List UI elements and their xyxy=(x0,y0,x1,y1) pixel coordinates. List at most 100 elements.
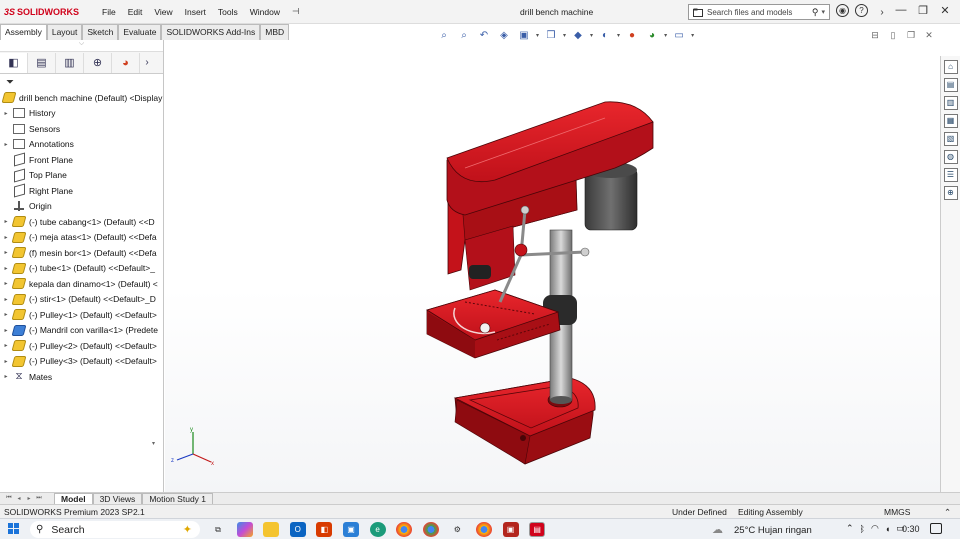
expand-arrow-icon[interactable]: ▸ xyxy=(0,358,12,365)
search-icon[interactable]: ⚲ xyxy=(812,7,819,18)
volume-icon[interactable]: ◖ xyxy=(885,524,890,534)
drill-press-model[interactable]: y x z xyxy=(165,40,940,492)
solidworks-taskbar-icon[interactable]: ▤ xyxy=(529,522,546,537)
user-account-icon[interactable]: ◉ xyxy=(836,4,849,17)
wifi-icon[interactable]: ◠ xyxy=(871,523,879,534)
copilot-icon[interactable]: ✦ xyxy=(183,523,192,536)
tab-addins[interactable]: SOLIDWORKS Add-Ins xyxy=(161,24,261,40)
hide-show-items-icon[interactable]: ◐ xyxy=(597,28,613,42)
tree-item[interactable]: Front Plane xyxy=(0,152,163,168)
expand-arrow-icon[interactable]: ▸ xyxy=(0,280,12,287)
zoom-to-fit-icon[interactable]: ⌕ xyxy=(436,28,452,42)
appearances-icon[interactable]: ◍ xyxy=(943,150,958,164)
tab-assembly[interactable]: Assembly xyxy=(0,24,47,40)
configuration-manager-tab-icon[interactable]: ▥ xyxy=(56,52,84,73)
menu-insert[interactable]: Insert xyxy=(185,7,206,17)
last-tab-icon[interactable]: ⏭ xyxy=(34,495,44,502)
prev-tab-icon[interactable]: ◂ xyxy=(14,495,24,502)
view-palette-icon[interactable]: ▧ xyxy=(943,132,958,146)
display-style-icon[interactable]: ◆ xyxy=(570,28,586,42)
menu-edit[interactable]: Edit xyxy=(128,7,143,17)
feature-tree-tab-icon[interactable]: ◧ xyxy=(0,52,28,73)
tree-item[interactable]: Origin xyxy=(0,199,163,215)
restore-icon[interactable]: ❐ xyxy=(912,4,934,17)
chevron-down-icon[interactable]: ▾ xyxy=(617,32,620,39)
previous-view-icon[interactable]: ↶ xyxy=(476,28,492,42)
chevron-down-icon[interactable]: ▾ xyxy=(563,32,566,39)
menu-window[interactable]: Window xyxy=(250,7,280,17)
tab-layout[interactable]: Layout xyxy=(46,24,83,40)
first-tab-icon[interactable]: ⏮ xyxy=(4,495,14,502)
view-settings-icon[interactable]: ▭ xyxy=(671,28,687,42)
expand-arrow-icon[interactable]: ▸ xyxy=(0,110,12,117)
chevron-down-icon[interactable]: ▾ xyxy=(664,32,667,39)
tree-item[interactable]: ▸ (-) tube<1> (Default) <<Default>_ xyxy=(0,261,163,277)
tree-item[interactable]: ▸ ⧖ Mates xyxy=(0,369,163,385)
office-icon[interactable]: ◧ xyxy=(316,522,333,537)
design-library-icon[interactable]: ▥ xyxy=(943,96,958,110)
help-icon[interactable]: ? xyxy=(855,4,868,17)
menu-view[interactable]: View xyxy=(154,7,172,17)
task-view-icon[interactable]: ⧉ xyxy=(210,522,226,537)
tab-3d-views[interactable]: 3D Views xyxy=(92,492,143,505)
panel-grip[interactable]: ⌵ xyxy=(0,40,163,52)
viewport-close-icon[interactable]: ✕ xyxy=(922,30,936,41)
tree-item[interactable]: ▸ (-) tube cabang<1> (Default) <<D xyxy=(0,214,163,230)
tree-item[interactable]: ▸ (-) Mandril con varilla<1> (Predete xyxy=(0,323,163,339)
chevron-down-icon[interactable]: ▾ xyxy=(536,32,539,39)
chrome-alt-icon[interactable] xyxy=(475,522,492,537)
tree-item[interactable]: ▸ History xyxy=(0,106,163,122)
viewport-restore-icon[interactable]: ⊟ xyxy=(868,30,882,41)
custom-properties-icon[interactable]: ☰ xyxy=(943,168,958,182)
tree-root[interactable]: drill bench machine (Default) <Display xyxy=(0,90,163,106)
viewport-max-icon[interactable]: ❐ xyxy=(904,30,918,41)
tab-mbd[interactable]: MBD xyxy=(260,24,290,40)
edge-icon[interactable]: e xyxy=(369,522,386,537)
viewport-tile-icon[interactable]: ▯ xyxy=(886,30,900,41)
status-options-icon[interactable]: ⌃ xyxy=(944,507,951,518)
tree-item[interactable]: ▸ (-) Pulley<2> (Default) <<Default> xyxy=(0,338,163,354)
view-orientation-icon[interactable]: ❒ xyxy=(543,28,559,42)
tree-item[interactable]: ▸ (f) mesin bor<1> (Default) <<Defa xyxy=(0,245,163,261)
section-view-icon[interactable]: ◈ xyxy=(496,28,512,42)
close-icon[interactable]: ✕ xyxy=(934,4,956,17)
expand-arrow-icon[interactable]: ▸ xyxy=(0,327,12,334)
expand-arrow-icon[interactable]: ▸ xyxy=(0,311,12,318)
tab-model[interactable]: Model xyxy=(54,492,93,505)
more-tabs-icon[interactable]: › xyxy=(140,53,154,73)
tree-item[interactable]: ▸ Annotations xyxy=(0,137,163,153)
tree-scrollbar-down-icon[interactable]: ▾ xyxy=(152,440,162,447)
expand-icon[interactable]: › xyxy=(874,4,890,20)
expand-arrow-icon[interactable]: ▸ xyxy=(0,342,12,349)
tree-item[interactable]: Sensors xyxy=(0,121,163,137)
outlook-icon[interactable]: O xyxy=(289,522,306,537)
bluetooth-icon[interactable]: ᛒ xyxy=(860,524,865,534)
expand-arrow-icon[interactable]: ▸ xyxy=(0,234,12,241)
notification-icon[interactable] xyxy=(930,523,942,534)
home-icon[interactable]: ⌂ xyxy=(943,60,958,74)
base-plate[interactable] xyxy=(453,377,596,465)
solidworks-forum-icon[interactable]: ⊕ xyxy=(943,186,958,200)
expand-arrow-icon[interactable]: ▸ xyxy=(0,265,12,272)
apply-scene-icon[interactable]: ◕ xyxy=(644,28,660,42)
chrome-profile-icon[interactable] xyxy=(422,522,439,537)
chevron-down-icon[interactable]: ▾ xyxy=(691,32,694,39)
next-tab-icon[interactable]: ▸ xyxy=(24,495,34,502)
app-red-icon[interactable]: ▣ xyxy=(502,522,519,537)
pin-menu-icon[interactable]: ⊣ xyxy=(292,6,299,17)
tray-overflow-icon[interactable]: ⌃ xyxy=(846,523,854,534)
search-dropdown-icon[interactable]: ▾ xyxy=(821,8,825,16)
file-explorer-icon[interactable]: ▦ xyxy=(943,114,958,128)
tree-item[interactable]: ▸ (-) Pulley<1> (Default) <<Default> xyxy=(0,307,163,323)
tab-evaluate[interactable]: Evaluate xyxy=(118,24,162,40)
resources-icon[interactable]: ▤ xyxy=(943,78,958,92)
tree-item[interactable]: ▸ (-) stir<1> (Default) <<Default>_D xyxy=(0,292,163,308)
tree-item[interactable]: Right Plane xyxy=(0,183,163,199)
settings-icon[interactable]: ⚙ xyxy=(449,522,465,537)
solidworks-logo[interactable]: 3S SOLIDWORKS xyxy=(4,7,94,17)
search-field[interactable]: Search files and models ⚲ ▾ xyxy=(688,4,830,20)
dimxpert-tab-icon[interactable]: ⊕ xyxy=(84,52,112,73)
chevron-down-icon[interactable]: ▾ xyxy=(590,32,593,39)
copilot-app-icon[interactable] xyxy=(236,522,253,537)
store-icon[interactable]: ▣ xyxy=(342,522,359,537)
